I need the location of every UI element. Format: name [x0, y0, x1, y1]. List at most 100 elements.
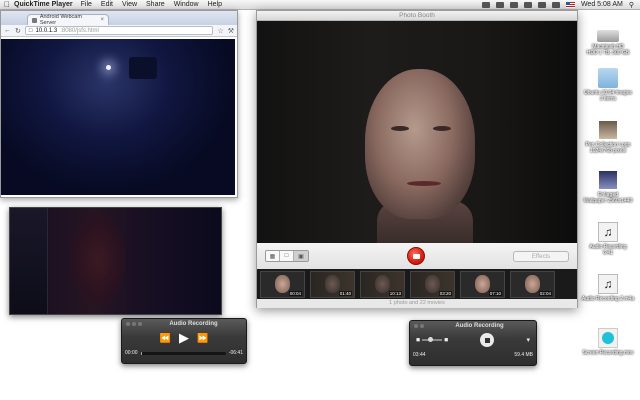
video-left-edge — [10, 208, 48, 314]
thumbnail[interactable]: 07:10 — [460, 270, 505, 298]
tab-close-icon[interactable]: × — [100, 17, 104, 23]
menu-view[interactable]: View — [122, 1, 137, 8]
volume-icon[interactable] — [537, 1, 546, 8]
apple-menu-icon[interactable]:  — [0, 0, 14, 9]
page-info-icon: □ — [28, 27, 33, 34]
back-arrow-icon[interactable]: ← — [4, 27, 11, 34]
thumb-duration: 01:40 — [338, 290, 352, 296]
scrubber-progress — [140, 351, 143, 355]
photo-booth-controls: ▦ □ ▣ Effects — [257, 243, 577, 269]
thumb-duration: 02:04 — [538, 290, 552, 296]
thumbnail[interactable]: 03:20 — [410, 270, 455, 298]
thumbnail[interactable]: 01:40 — [310, 270, 355, 298]
photo-booth-title[interactable]: Photo Booth — [257, 11, 577, 21]
volume-low-icon: ◼ — [416, 337, 421, 343]
wifi-icon[interactable] — [523, 1, 532, 8]
fast-forward-icon[interactable]: ⏩ — [197, 333, 208, 344]
music-note-icon: ♫ — [598, 222, 618, 242]
bookmark-star-icon[interactable]: ☆ — [217, 27, 223, 35]
single-photo-mode-icon[interactable]: □ — [280, 251, 294, 261]
menu-bar:  QuickTime Player File Edit View Share … — [0, 0, 640, 10]
desktop-icon-hd[interactable]: Macintosh HD HDD 1 TB, 500 GB — [580, 24, 636, 56]
desktop-icon-label: Screen Recording.mov — [582, 350, 634, 356]
thumb-duration: 10:13 — [388, 290, 402, 296]
desktop-icon-screen-recording[interactable]: Screen Recording.mov — [580, 328, 636, 356]
wrench-menu-icon[interactable]: ⚒ — [228, 27, 234, 35]
url-path: :8080/jsfs.html — [60, 27, 99, 34]
browser-tab-title: Android Webcam Server — [39, 14, 82, 26]
desktop-icon-folder[interactable]: Ubuntu 10.04 Images 3 items — [580, 68, 636, 102]
volume-slider[interactable]: ◼ ◼ — [416, 337, 448, 343]
photo-booth-window: Photo Booth ▦ □ ▣ Effects 00:04 01:40 10… — [256, 10, 578, 308]
desktop-icon-sublabel: 1024x768 pixels — [589, 148, 627, 154]
webcam-stream-image — [1, 39, 235, 195]
menu-app-name[interactable]: QuickTime Player — [14, 1, 73, 8]
volume-track[interactable] — [422, 337, 443, 342]
four-up-mode-icon[interactable]: ▦ — [266, 251, 280, 261]
browser-page — [1, 39, 237, 197]
volume-knob[interactable] — [428, 337, 434, 342]
video-window[interactable] — [9, 207, 222, 315]
spotlight-search-icon[interactable]: ⚲ — [629, 1, 634, 9]
thumb-duration: 00:04 — [288, 290, 302, 296]
scrubber-bar[interactable] — [140, 351, 226, 355]
browser-window: Android Webcam Server × ← ↻ □ 10.0.1.3:8… — [0, 10, 238, 198]
record-button[interactable] — [407, 247, 425, 265]
effects-button[interactable]: Effects — [513, 251, 569, 262]
desktop-icon-label: Audio Recording 2.m4a — [581, 296, 635, 302]
capture-mode-buttons: ▦ □ ▣ — [265, 250, 309, 262]
options-dropdown-icon[interactable]: ▾ — [526, 336, 530, 344]
audio-recorder-title: Audio Recording — [455, 322, 504, 329]
music-note-icon: ♫ — [598, 274, 618, 294]
menu-window[interactable]: Window — [174, 1, 199, 8]
time-machine-icon[interactable] — [495, 1, 504, 8]
browser-tab-strip: Android Webcam Server × — [1, 11, 237, 26]
audio-recorder-titlebar[interactable]: Audio Recording — [410, 321, 536, 330]
dropbox-icon[interactable] — [481, 1, 490, 8]
menu-edit[interactable]: Edit — [101, 1, 113, 8]
thumbnail[interactable]: 00:04 — [260, 270, 305, 298]
desktop-icon-wallpaper[interactable]: Enlarged Wallpaper 2560x1440 — [580, 170, 636, 204]
audio-player-titlebar[interactable]: Audio Recording — [122, 319, 246, 328]
volume-high-icon: ◼ — [444, 337, 449, 343]
close-icon[interactable] — [414, 323, 418, 328]
desktop-icon-sublabel: 3 items — [599, 96, 617, 102]
desktop-icon-audio[interactable]: ♫ Audio Recording 6:41 — [580, 222, 636, 256]
close-icon[interactable] — [126, 321, 130, 326]
menu-file[interactable]: File — [81, 1, 92, 8]
recorder-status-row: 03:44 59.4 MB — [410, 350, 536, 360]
stop-recording-button[interactable] — [480, 333, 495, 347]
video-mode-icon[interactable]: ▣ — [294, 251, 308, 261]
preview-right-eye — [433, 126, 451, 131]
play-icon[interactable]: ▶ — [179, 330, 189, 346]
rewind-icon[interactable]: ⏪ — [160, 333, 171, 344]
menu-help[interactable]: Help — [208, 1, 222, 8]
battery-icon[interactable] — [551, 1, 560, 8]
bluetooth-icon[interactable] — [509, 1, 518, 8]
thumbnail[interactable]: 02:04 — [510, 270, 555, 298]
thumb-duration: 03:20 — [438, 290, 452, 296]
transport-controls: ⏪ ▶ ⏩ — [122, 328, 246, 348]
audio-player-window: Audio Recording ⏪ ▶ ⏩ 00:00 -06:41 — [121, 318, 247, 364]
camera-icon — [412, 253, 420, 259]
desktop-icon-sublabel: Wallpaper 2560x1440 — [583, 198, 633, 204]
minimize-icon[interactable] — [420, 323, 424, 328]
menu-share[interactable]: Share — [146, 1, 165, 8]
input-source-flag-icon[interactable] — [565, 1, 575, 8]
desktop-icon-image[interactable]: Pen Collection Logo 1024x768 pixels — [580, 120, 636, 154]
recording-size: 59.4 MB — [514, 352, 533, 358]
scrubber-row: 00:00 -06:41 — [122, 348, 246, 358]
folder-icon — [598, 68, 618, 88]
browser-tab[interactable]: Android Webcam Server × — [27, 14, 109, 26]
stop-icon — [484, 337, 490, 343]
photo-booth-status: 1 photo and 22 movies — [257, 299, 577, 308]
thumbnail[interactable]: 10:13 — [360, 270, 405, 298]
minimize-icon[interactable] — [132, 321, 136, 326]
light-source — [106, 65, 111, 70]
zoom-icon[interactable] — [138, 321, 142, 326]
reload-icon[interactable]: ↻ — [15, 27, 21, 35]
menu-clock[interactable]: Wed 5:08 AM — [581, 1, 623, 8]
desktop-icon-audio-2[interactable]: ♫ Audio Recording 2.m4a — [580, 274, 636, 302]
address-bar[interactable]: □ 10.0.1.3:8080/jsfs.html — [24, 26, 214, 35]
recording-time: 03:44 — [413, 352, 426, 358]
